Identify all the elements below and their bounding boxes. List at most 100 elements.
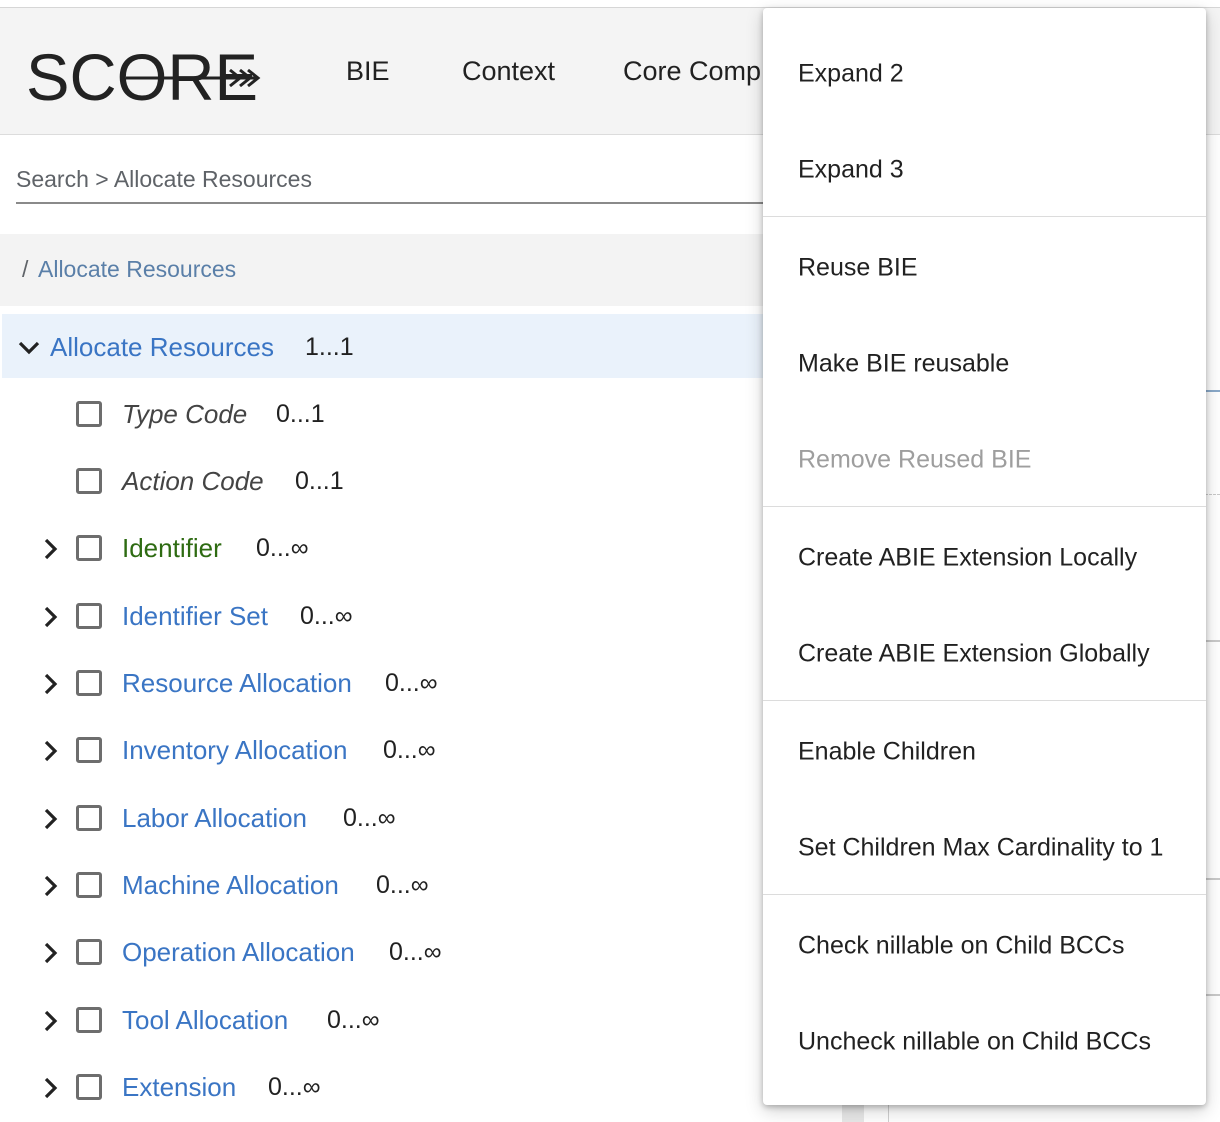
- node-label[interactable]: Type Code: [122, 399, 247, 430]
- background-panel-edge: [1205, 494, 1220, 495]
- menu-item-uncheck-nillable[interactable]: Uncheck nillable on Child BCCs: [763, 994, 1206, 1090]
- node-checkbox[interactable]: [76, 1074, 102, 1100]
- tree-node-resource-allocation[interactable]: Resource Allocation 0...∞: [0, 658, 780, 708]
- node-label[interactable]: Tool Allocation: [122, 1005, 288, 1036]
- menu-item-label: Expand 3: [798, 155, 904, 184]
- node-label[interactable]: Machine Allocation: [122, 870, 339, 901]
- menu-item-expand-3[interactable]: Expand 3: [763, 122, 1206, 218]
- path-link-allocate-resources[interactable]: Allocate Resources: [38, 256, 236, 283]
- breadcrumb-text: Search > Allocate Resources: [16, 166, 312, 192]
- node-checkbox[interactable]: [76, 737, 102, 763]
- node-cardinality: 0...1: [295, 467, 344, 495]
- menu-divider: [763, 506, 1206, 507]
- node-label[interactable]: Operation Allocation: [122, 937, 355, 968]
- chevron-right-icon[interactable]: [38, 806, 64, 832]
- node-cardinality: 0...∞: [327, 1006, 380, 1034]
- menu-divider: [763, 216, 1206, 217]
- menu-item-reuse-bie[interactable]: Reuse BIE: [763, 220, 1206, 316]
- nav-context[interactable]: Context: [462, 56, 555, 87]
- menu-item-remove-reused-bie: Remove Reused BIE: [763, 412, 1206, 508]
- node-label[interactable]: Action Code: [122, 466, 264, 497]
- node-cardinality: 0...∞: [256, 534, 309, 562]
- chevron-right-icon[interactable]: [38, 873, 64, 899]
- menu-item-check-nillable[interactable]: Check nillable on Child BCCs: [763, 898, 1206, 994]
- chevron-right-icon[interactable]: [38, 1008, 64, 1034]
- node-checkbox[interactable]: [76, 939, 102, 965]
- node-checkbox[interactable]: [76, 603, 102, 629]
- menu-item-set-children-max-cardinality[interactable]: Set Children Max Cardinality to 1: [763, 800, 1206, 896]
- node-label[interactable]: Labor Allocation: [122, 803, 307, 834]
- menu-item-label: Check nillable on Child BCCs: [798, 931, 1125, 960]
- nav-bie[interactable]: BIE: [346, 56, 390, 87]
- chevron-right-icon[interactable]: [38, 536, 64, 562]
- menu-divider: [763, 700, 1206, 701]
- menu-item-expand-2[interactable]: Expand 2: [763, 26, 1206, 122]
- tree-node-identifier-set[interactable]: Identifier Set 0...∞: [0, 591, 780, 641]
- menu-item-label: Make BIE reusable: [798, 349, 1010, 378]
- node-cardinality: 0...∞: [376, 871, 429, 899]
- chevron-right-icon[interactable]: [38, 604, 64, 630]
- menu-item-label: Enable Children: [798, 737, 976, 766]
- background-panel-edge: [1205, 390, 1220, 392]
- node-cardinality: 0...∞: [389, 938, 442, 966]
- tree-root-label[interactable]: Allocate Resources: [50, 332, 274, 363]
- node-label[interactable]: Identifier Set: [122, 601, 268, 632]
- chevron-right-icon[interactable]: [38, 1075, 64, 1101]
- background-panel-edge: [1205, 878, 1220, 880]
- tree-node-identifier[interactable]: Identifier 0...∞: [0, 523, 780, 573]
- nav-core-components[interactable]: Core Comp: [623, 56, 761, 87]
- path-separator: /: [22, 256, 29, 282]
- node-checkbox[interactable]: [76, 1007, 102, 1033]
- tree-root-cardinality: 1...1: [305, 333, 354, 361]
- node-checkbox[interactable]: [76, 535, 102, 561]
- menu-item-label: Uncheck nillable on Child BCCs: [798, 1027, 1151, 1056]
- menu-divider: [763, 894, 1206, 895]
- menu-item-enable-children[interactable]: Enable Children: [763, 704, 1206, 800]
- node-cardinality: 0...∞: [383, 736, 436, 764]
- node-checkbox[interactable]: [76, 670, 102, 696]
- menu-item-label: Create ABIE Extension Locally: [798, 543, 1138, 572]
- logo-text: SCORE: [26, 40, 258, 110]
- node-checkbox[interactable]: [76, 872, 102, 898]
- window-top-edge: [0, 0, 1220, 8]
- menu-item-label: Reuse BIE: [798, 253, 918, 282]
- context-menu: Expand 2 Expand 3 Reuse BIE Make BIE reu…: [763, 8, 1206, 1105]
- menu-item-create-abie-extension-locally[interactable]: Create ABIE Extension Locally: [763, 510, 1206, 606]
- chevron-down-icon[interactable]: [16, 334, 42, 360]
- chevron-right-icon[interactable]: [38, 738, 64, 764]
- tree-node-extension[interactable]: Extension 0...∞: [0, 1062, 780, 1112]
- node-label[interactable]: Inventory Allocation: [122, 735, 347, 766]
- node-label[interactable]: Identifier: [122, 533, 222, 564]
- node-cardinality: 0...∞: [343, 804, 396, 832]
- score-logo[interactable]: SCORE: [26, 40, 266, 110]
- node-label[interactable]: Resource Allocation: [122, 668, 352, 699]
- node-cardinality: 0...∞: [385, 669, 438, 697]
- menu-item-label: Create ABIE Extension Globally: [798, 639, 1150, 668]
- tree-node-machine-allocation[interactable]: Machine Allocation 0...∞: [0, 860, 780, 910]
- node-cardinality: 0...1: [276, 400, 325, 428]
- menu-item-label: Set Children Max Cardinality to 1: [798, 833, 1164, 862]
- background-panel-edge: [1205, 640, 1220, 642]
- tree-node-labor-allocation[interactable]: Labor Allocation 0...∞: [0, 793, 780, 843]
- node-label[interactable]: Extension: [122, 1072, 236, 1103]
- node-checkbox[interactable]: [76, 468, 102, 494]
- node-cardinality: 0...∞: [300, 602, 353, 630]
- breadcrumb: Search > Allocate Resources: [16, 160, 776, 204]
- menu-item-make-bie-reusable[interactable]: Make BIE reusable: [763, 316, 1206, 412]
- tree-root-row[interactable]: Allocate Resources 1...1: [2, 314, 780, 378]
- chevron-right-icon[interactable]: [38, 940, 64, 966]
- chevron-right-icon[interactable]: [38, 671, 64, 697]
- tree-node-inventory-allocation[interactable]: Inventory Allocation 0...∞: [0, 725, 780, 775]
- node-checkbox[interactable]: [76, 805, 102, 831]
- menu-item-label: Expand 2: [798, 59, 904, 88]
- node-checkbox[interactable]: [76, 401, 102, 427]
- tree-path-bar: / Allocate Resources: [0, 234, 780, 306]
- node-cardinality: 0...∞: [268, 1073, 321, 1101]
- tree-node-tool-allocation[interactable]: Tool Allocation 0...∞: [0, 995, 780, 1045]
- tree-node-action-code[interactable]: Action Code 0...1: [0, 456, 780, 506]
- menu-item-label: Remove Reused BIE: [798, 445, 1032, 474]
- tree-node-operation-allocation[interactable]: Operation Allocation 0...∞: [0, 927, 780, 977]
- menu-item-create-abie-extension-globally[interactable]: Create ABIE Extension Globally: [763, 606, 1206, 702]
- background-panel-edge: [1205, 994, 1220, 996]
- tree-node-type-code[interactable]: Type Code 0...1: [0, 389, 780, 439]
